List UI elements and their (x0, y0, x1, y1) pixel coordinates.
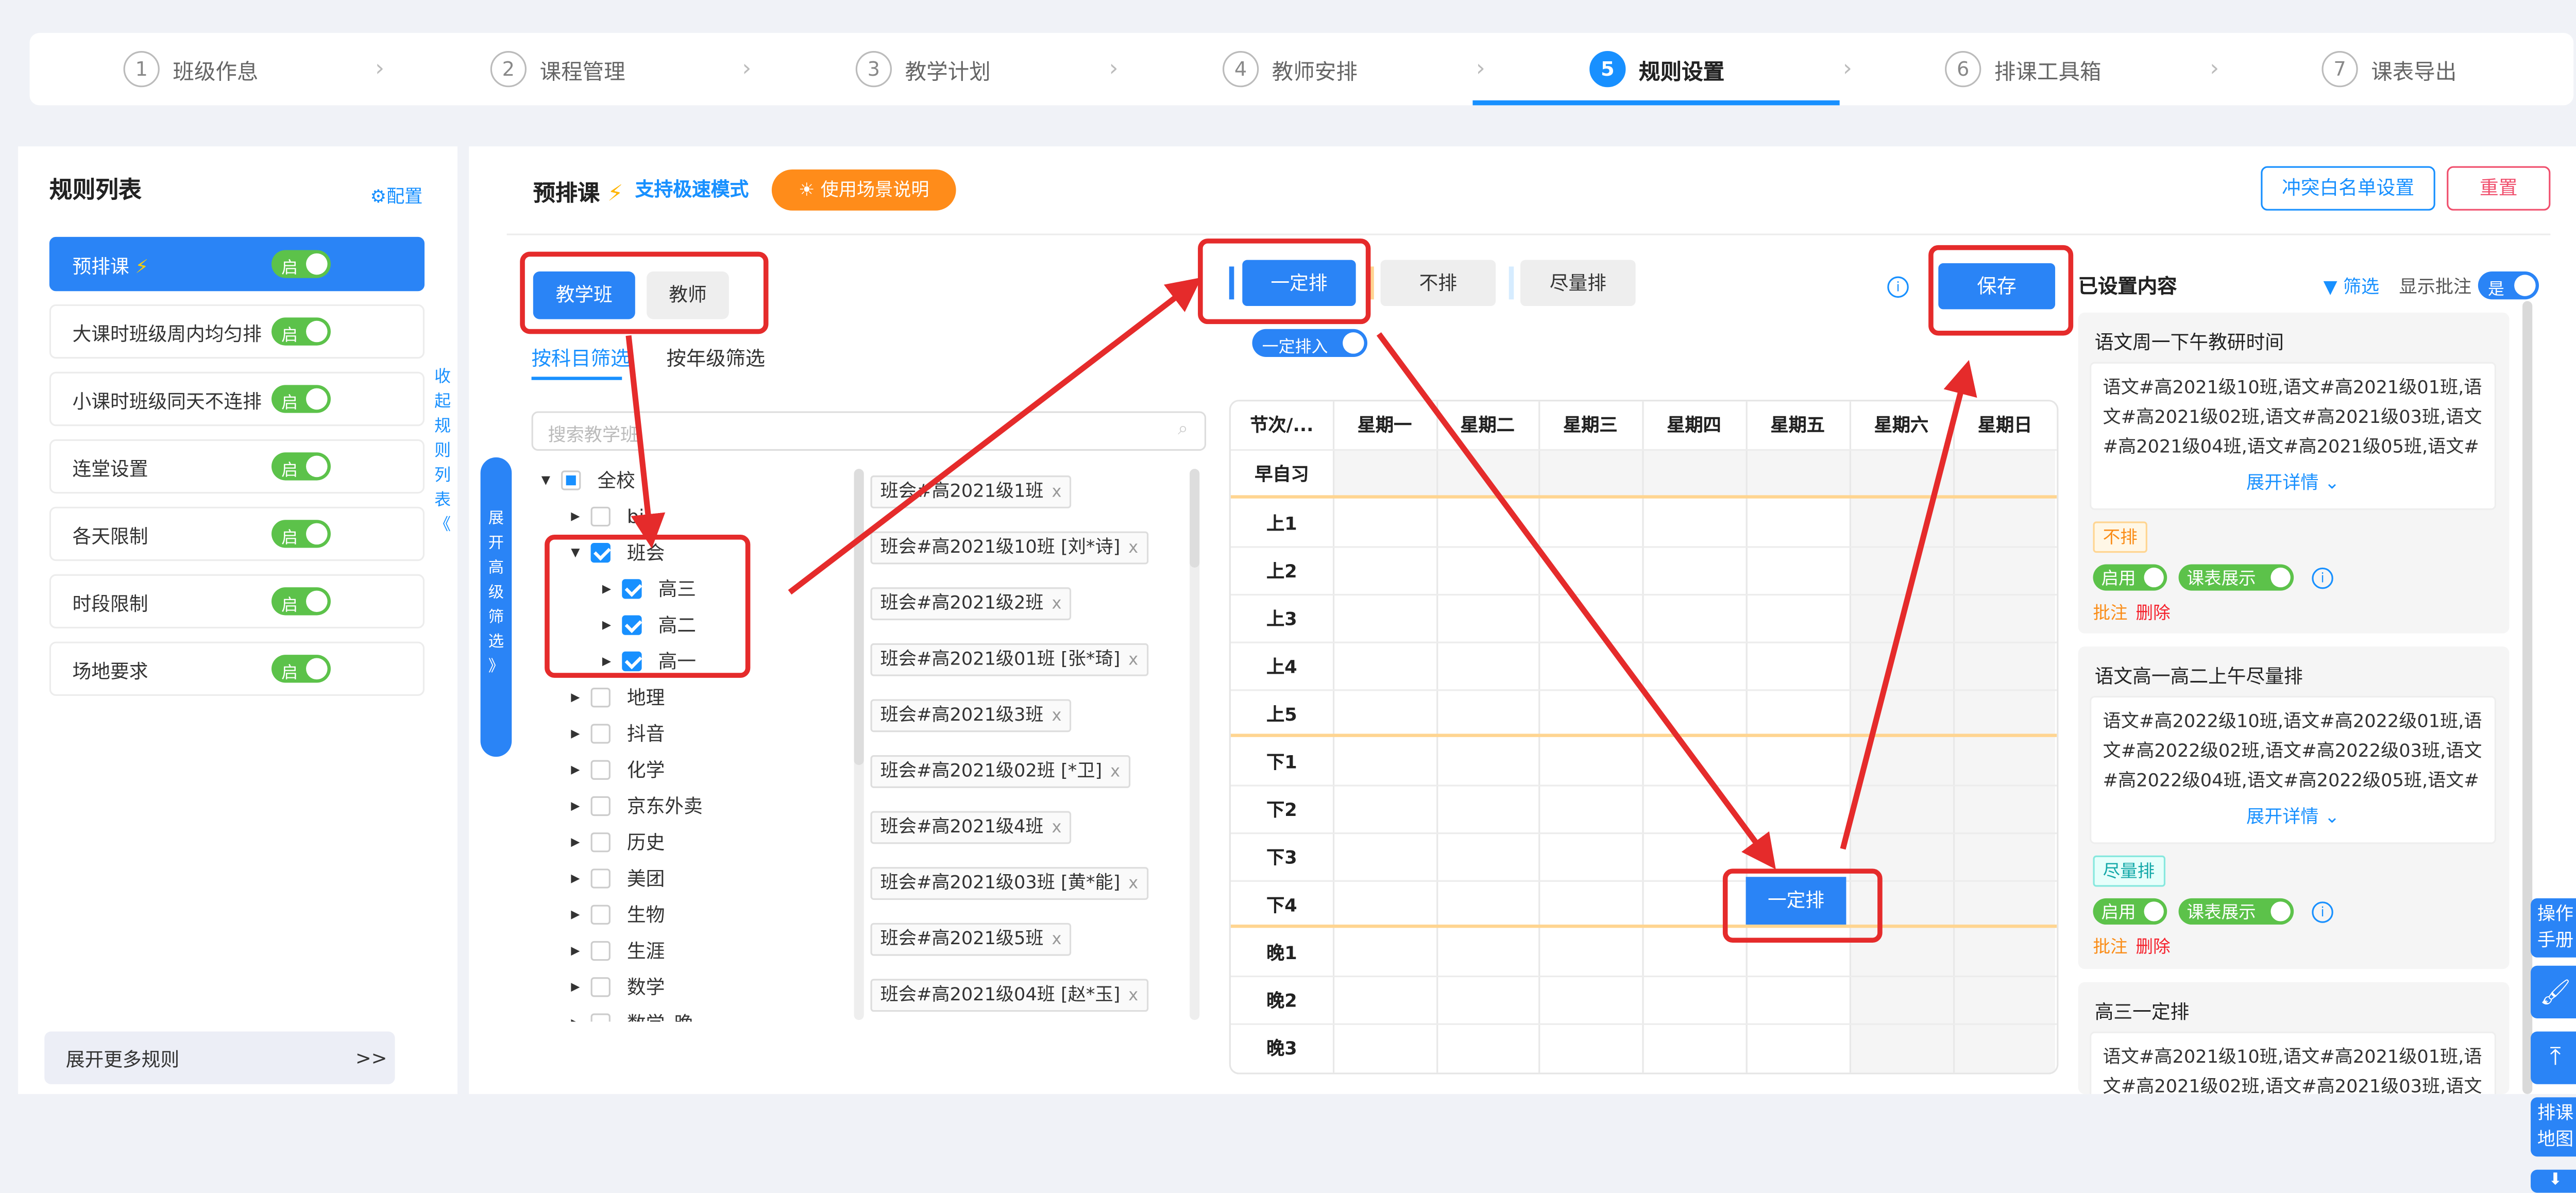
annotation-arrows (625, 277, 1977, 870)
